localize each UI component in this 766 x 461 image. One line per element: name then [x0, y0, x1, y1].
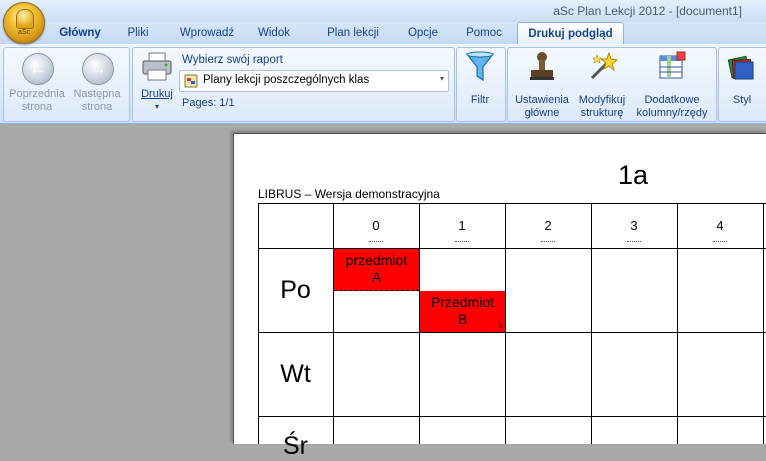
print-button[interactable]: Drukuj ▾ — [137, 50, 177, 116]
ribbon: ← Poprzednia strona → Następna strona Dr… — [0, 44, 766, 124]
grid-line — [505, 203, 506, 444]
grid-line — [763, 203, 764, 444]
grid-line — [258, 203, 766, 204]
pages-indicator: Pages: 1/1 — [182, 97, 235, 109]
app-menu-button[interactable]: aSc — [3, 2, 45, 44]
period-header-2: 2 — [544, 218, 552, 233]
arrow-left-icon: ← — [22, 53, 54, 85]
period-header-3: 3 — [630, 218, 638, 233]
main-settings-label-2: główne — [524, 107, 560, 119]
tab-wprowadz[interactable]: Wprowadź — [171, 22, 243, 44]
next-page-button[interactable]: → Następna strona — [67, 47, 127, 120]
report-caption: Wybierz swój raport — [182, 54, 283, 66]
time-range-mark — [541, 241, 555, 244]
style-label: Styl — [732, 94, 752, 106]
bell-icon — [16, 9, 34, 29]
next-page-label-2: strona — [81, 101, 113, 113]
tab-widok[interactable]: Widok — [246, 22, 302, 44]
period-header-1: 1 — [458, 218, 466, 233]
magic-wand-icon — [590, 51, 618, 80]
extra-columns-rows-label-1: Dodatkowe — [644, 94, 700, 106]
title-bar: aSc Plan Lekcji 2012 - [document1] — [0, 0, 766, 22]
report-icon — [184, 74, 198, 88]
print-preview-page: 1a LIBRUS – Wersja demonstracyjna 0 1 2 … — [233, 133, 766, 460]
grid-line — [258, 332, 766, 333]
previous-page-label-2: strona — [21, 101, 53, 113]
report-select[interactable]: Plany lekcji poszczególnych klas ▾ — [179, 70, 449, 92]
time-range-mark — [369, 241, 383, 244]
extra-columns-rows-label-2: kolumny/rzędy — [636, 107, 708, 119]
style-button[interactable]: Styl — [720, 50, 764, 116]
stamp-icon — [530, 52, 554, 80]
filter-label: Filtr — [470, 94, 490, 106]
class-title: 1a — [618, 160, 649, 190]
tab-plan-lekcji[interactable]: Plan lekcji — [316, 22, 390, 44]
main-settings-label-1: Ustawienia — [515, 94, 569, 106]
grid-line — [333, 203, 334, 444]
day-label-wt: Wt — [280, 360, 311, 388]
lesson-card[interactable]: Przedmiot B K — [420, 291, 505, 332]
window-title: aSc Plan Lekcji 2012 - [document1] — [553, 4, 742, 18]
tab-opcje[interactable]: Opcje — [398, 22, 448, 44]
previous-page-button[interactable]: ← Poprzednia strona — [6, 47, 68, 120]
lesson-mark: K — [498, 324, 503, 330]
document-header: LIBRUS – Wersja demonstracyjna — [258, 187, 440, 201]
lesson-subject: przedmiot — [345, 252, 408, 268]
tab-drukuj-podglad[interactable]: Drukuj podgląd — [517, 22, 624, 45]
period-header-4: 4 — [716, 218, 724, 233]
ribbon-tab-row: Główny Pliki Wprowadź Widok Plan lekcji … — [0, 22, 766, 45]
tab-glowny[interactable]: Główny — [52, 22, 108, 44]
lesson-subject: Przedmiot — [430, 294, 495, 310]
grid-line — [677, 203, 678, 444]
day-label-po: Po — [280, 276, 311, 304]
time-range-mark — [627, 241, 641, 244]
grid-line — [591, 203, 592, 444]
table-columns-icon — [659, 51, 686, 79]
funnel-icon — [465, 51, 495, 82]
grid-line — [258, 203, 259, 444]
print-dropdown-arrow-icon: ▾ — [154, 102, 159, 111]
modify-structure-label-1: Modyfikuj — [578, 94, 626, 106]
previous-page-label-1: Poprzednia — [9, 88, 65, 100]
report-select-value: Plany lekcji poszczególnych klas — [203, 74, 370, 86]
time-range-mark — [455, 241, 469, 244]
modify-structure-button[interactable]: Modyfikuj strukturę — [574, 50, 630, 119]
extra-columns-rows-button[interactable]: Dodatkowe kolumny/rzędy — [631, 50, 713, 119]
tab-pliki[interactable]: Pliki — [118, 22, 158, 44]
asc-logo: aSc — [17, 29, 31, 36]
lesson-card[interactable]: przedmiot A — [334, 249, 419, 291]
filter-button[interactable]: Filtr — [458, 50, 502, 116]
period-header-0: 0 — [372, 218, 380, 233]
next-page-label-1: Następna — [73, 88, 121, 100]
lesson-subject-suffix: B — [457, 311, 468, 327]
grid-line — [258, 416, 766, 417]
chevron-down-icon: ▾ — [439, 74, 444, 83]
tab-pomoc[interactable]: Pomoc — [456, 22, 512, 44]
day-label-sr: Śr — [283, 432, 308, 460]
books-icon — [727, 55, 754, 80]
modify-structure-label-2: strukturę — [580, 107, 624, 119]
time-range-mark — [713, 241, 727, 244]
lesson-subject-suffix: A — [371, 269, 382, 285]
printer-icon — [142, 52, 172, 81]
arrow-right-icon: → — [82, 53, 114, 85]
main-settings-button[interactable]: Ustawienia główne — [510, 50, 574, 119]
